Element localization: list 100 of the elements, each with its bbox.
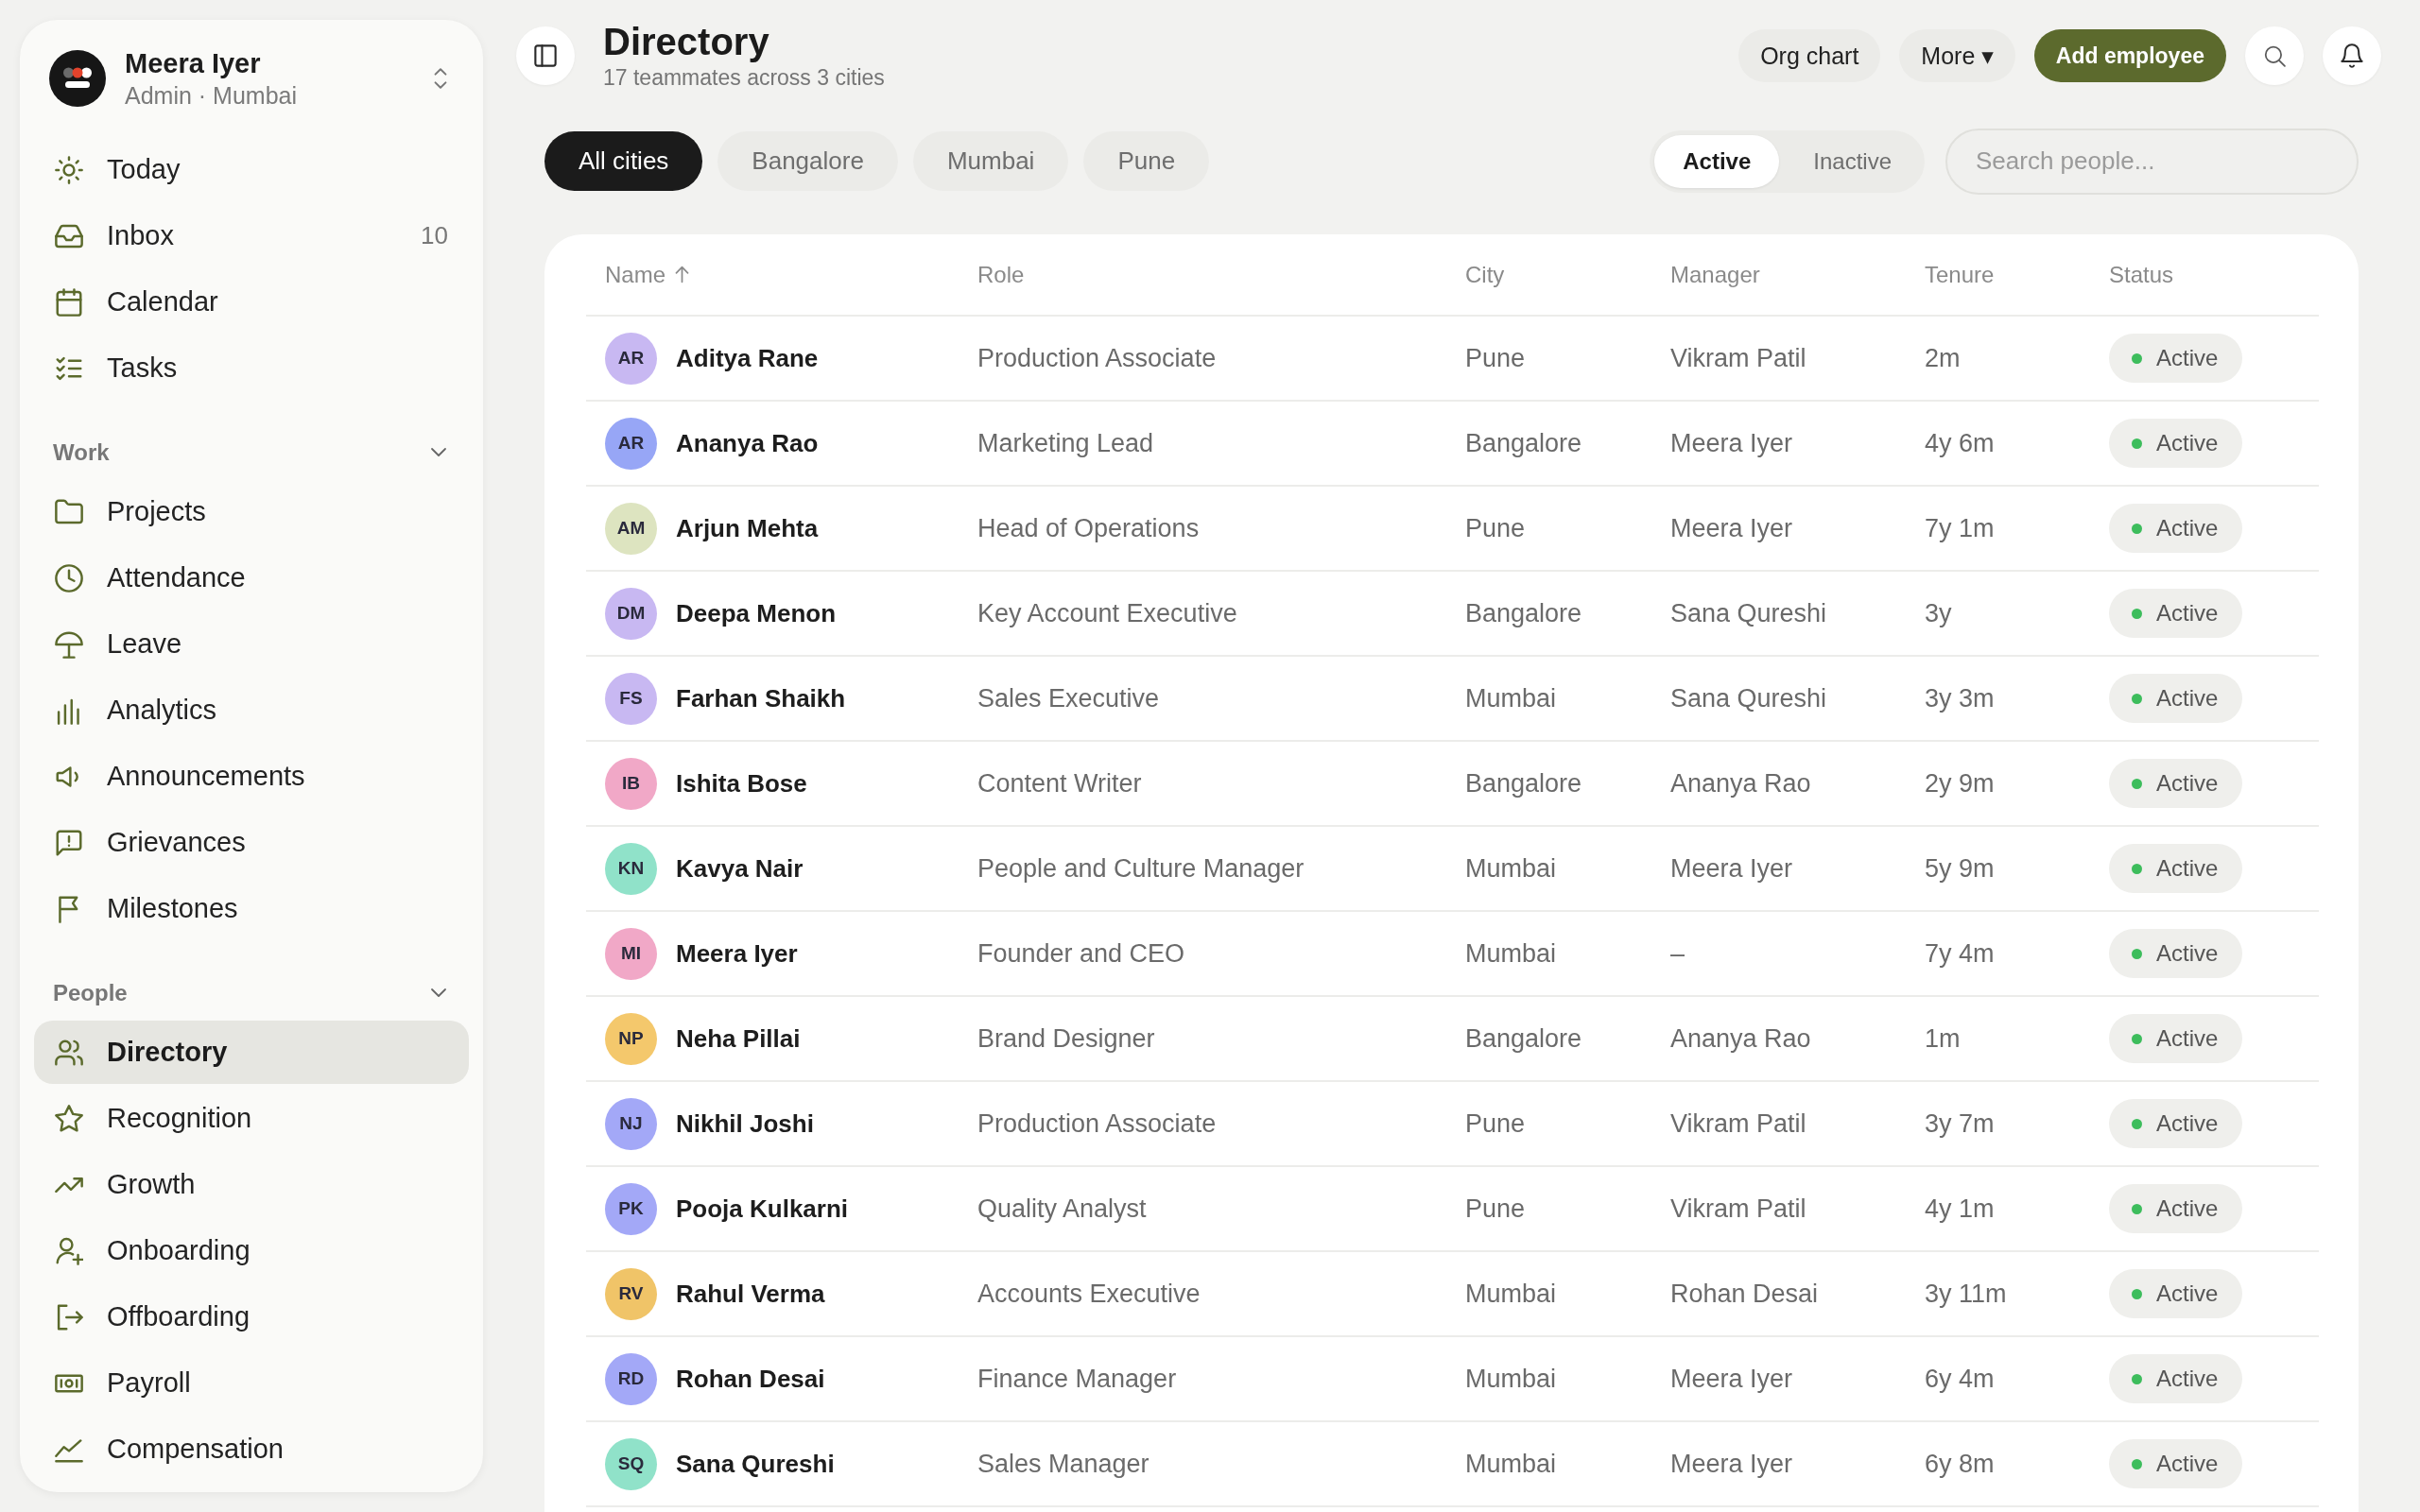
table-cell-text: Founder and CEO: [977, 938, 1186, 969]
nav-item[interactable]: Today: [34, 138, 469, 201]
table-cell-text: Quality Analyst: [977, 1194, 1148, 1224]
table-cell-text: Sales Manager: [977, 1449, 1150, 1479]
profile-name: Meera Iyer: [125, 47, 262, 80]
table-cell-text: 4y 6m: [1924, 428, 1996, 458]
status-tab[interactable]: Inactive: [1785, 134, 1920, 188]
nav-item[interactable]: Grievances: [34, 811, 469, 874]
status-dot-icon: [2132, 1373, 2142, 1384]
employee-name[interactable]: Nikhil Joshi: [676, 1108, 814, 1139]
search-icon: [2263, 44, 2286, 67]
table-cell-text: Mumbai: [1464, 938, 1558, 969]
employee-name[interactable]: Farhan Shaikh: [676, 683, 846, 713]
status-label: Active: [2156, 1280, 2219, 1307]
table-cell-text: 3y 3m: [1924, 683, 1996, 713]
nav-item[interactable]: Payroll: [34, 1351, 469, 1415]
add-employee-button[interactable]: Add employee: [2033, 29, 2226, 82]
table-cell-text: Pune: [1464, 1108, 1527, 1139]
nav-item[interactable]: Projects: [34, 480, 469, 543]
table-cell-text: Ananya Rao: [1669, 1023, 1812, 1054]
employee-name[interactable]: Deepa Menon: [676, 598, 837, 628]
table-cell-text: Meera Iyer: [1669, 853, 1794, 884]
employee-name[interactable]: Pooja Kulkarni: [676, 1194, 849, 1224]
nav-item[interactable]: Compensation: [34, 1418, 469, 1481]
profile-role: Admin · Mumbai: [125, 81, 298, 111]
nav-item[interactable]: Attendance: [34, 546, 469, 610]
status-label: Active: [2156, 515, 2219, 541]
employee-name[interactable]: Meera Iyer: [676, 938, 798, 969]
employee-name[interactable]: Aditya Rane: [676, 343, 819, 373]
employee-name[interactable]: Arjun Mehta: [676, 513, 819, 543]
nav-item[interactable]: Announcements: [34, 745, 469, 808]
table-cell-text: 6y 4m: [1924, 1364, 1996, 1394]
avatar: MI: [605, 927, 657, 980]
nav-item[interactable]: Inbox 10: [34, 204, 469, 267]
nav-item[interactable]: Directory: [34, 1021, 469, 1084]
status-tab[interactable]: Active: [1654, 134, 1780, 188]
status-dot-icon: [2132, 948, 2142, 959]
table-cell-text: Mumbai: [1464, 853, 1558, 884]
city-filter-chip[interactable]: All cities: [544, 131, 703, 191]
nav-item[interactable]: Offboarding: [34, 1285, 469, 1349]
table-cell-text: Meera Iyer: [1669, 513, 1794, 543]
table-cell-text: Mumbai: [1464, 1279, 1558, 1309]
nav-item[interactable]: Analytics: [34, 679, 469, 742]
table-cell-text: 7y 4m: [1924, 938, 1996, 969]
table-cell-text: Finance Manager: [977, 1364, 1178, 1394]
table-cell-text: Mumbai: [1464, 1364, 1558, 1394]
table-cell-text: 3y 11m: [1924, 1279, 2008, 1309]
table-cell-text: Bangalore: [1464, 428, 1583, 458]
avatar: AM: [605, 502, 657, 555]
employee-name[interactable]: Sana Qureshi: [676, 1449, 835, 1479]
table-cell-text: Pune: [1464, 513, 1527, 543]
table-cell-text: People and Culture Manager: [977, 853, 1305, 884]
nav-item[interactable]: Recognition: [34, 1087, 469, 1150]
user-plus-icon: [55, 1236, 83, 1265]
employee-name[interactable]: Neha Pillai: [676, 1023, 801, 1054]
header-button[interactable]: More ▾: [1899, 29, 2015, 82]
city-filter-chip[interactable]: Mumbai: [912, 131, 1069, 191]
status-label: Active: [2156, 855, 2219, 882]
table-cell-text: Accounts Executive: [977, 1279, 1201, 1309]
employee-name[interactable]: Kavya Nair: [676, 853, 804, 884]
table-cell-text: Sana Qureshi: [1669, 598, 1828, 628]
avatar: FS: [605, 672, 657, 725]
status-dot-icon: [2132, 1118, 2142, 1129]
city-filter-chip[interactable]: Bangalore: [717, 131, 898, 191]
nav-item[interactable]: Growth: [34, 1153, 469, 1216]
status-dot-icon: [2132, 1203, 2142, 1214]
bell-icon: [2340, 43, 2364, 68]
nav-item[interactable]: Leave: [34, 612, 469, 676]
avatar: DM: [605, 587, 657, 640]
nav-item[interactable]: Tasks: [34, 336, 469, 400]
employee-name[interactable]: Ananya Rao: [676, 428, 819, 458]
city-filter-chip[interactable]: Pune: [1083, 131, 1210, 191]
employee-name[interactable]: Rohan Desai: [676, 1364, 825, 1394]
status-label: Active: [2156, 1366, 2219, 1392]
log-out-icon: [55, 1302, 83, 1332]
status-label: Active: [2156, 430, 2219, 456]
employee-name[interactable]: Ishita Bose: [676, 768, 807, 799]
search-field[interactable]: Search people...: [1945, 128, 2359, 195]
avatar: AR: [605, 332, 657, 385]
status-dot-icon: [2132, 352, 2142, 364]
page-title: Directory: [603, 20, 770, 63]
table-cell-text: Vikram Patil: [1669, 1108, 1807, 1139]
table-cell-text: Meera Iyer: [1669, 1364, 1794, 1394]
status-dot-icon: [2132, 1288, 2142, 1299]
status-dot-icon: [2132, 778, 2142, 789]
avatar: RV: [605, 1267, 657, 1320]
table-cell-text: 1m: [1924, 1023, 1962, 1054]
header-button[interactable]: Org chart: [1738, 29, 1881, 82]
table-cell-text: Meera Iyer: [1669, 1449, 1794, 1479]
nav-item[interactable]: Onboarding: [34, 1219, 469, 1282]
status-label: Active: [2156, 1025, 2219, 1052]
status-label: Active: [2156, 1110, 2219, 1137]
status-dot-icon: [2132, 1458, 2142, 1469]
unread-count: 10: [421, 221, 448, 250]
status-label: Active: [2156, 1195, 2219, 1222]
employee-name[interactable]: Rahul Verma: [676, 1279, 825, 1309]
table-cell-text: 2m: [1924, 343, 1962, 373]
nav-item[interactable]: Milestones: [34, 877, 469, 940]
table-cell-text: Bangalore: [1464, 1023, 1583, 1054]
nav-item[interactable]: Calendar: [34, 270, 469, 334]
